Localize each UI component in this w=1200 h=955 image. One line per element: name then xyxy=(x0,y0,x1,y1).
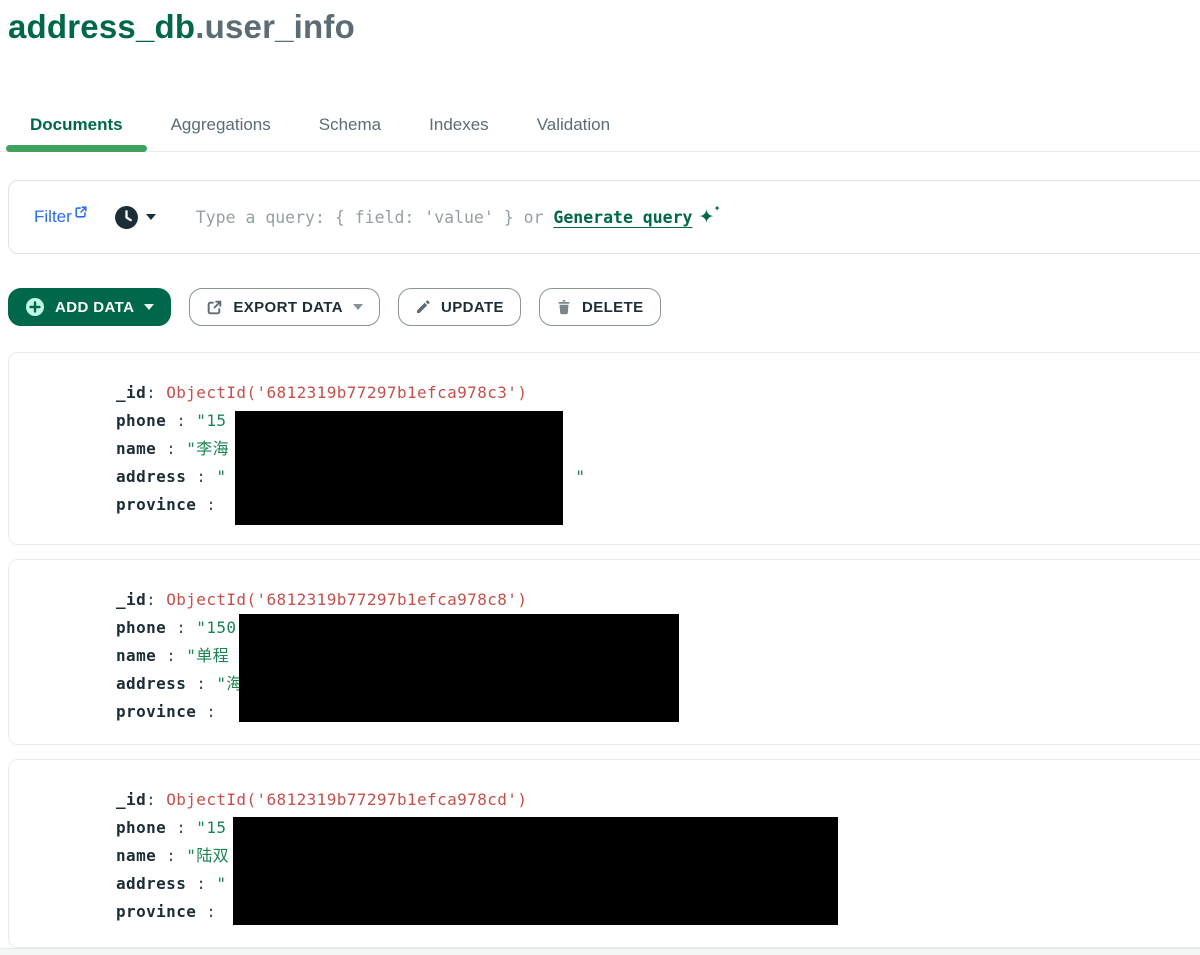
query-input[interactable]: Type a query: { field: 'value' } or Gene… xyxy=(196,206,715,228)
active-tab-underline xyxy=(6,145,147,152)
tab-validation-label: Validation xyxy=(537,115,610,135)
redaction-box xyxy=(233,817,838,925)
objectid-value: ObjectId('6812319b77297b1efca978cd') xyxy=(166,790,527,809)
tab-schema[interactable]: Schema xyxy=(295,98,405,151)
document-card[interactable]: _id: ObjectId('6812319b77297b1efca978cd'… xyxy=(8,759,1200,948)
add-data-label: ADD DATA xyxy=(55,299,134,316)
add-data-button[interactable]: ADD DATA xyxy=(8,288,171,326)
update-label: UPDATE xyxy=(441,299,504,316)
objectid-value: ObjectId('6812319b77297b1efca978c8') xyxy=(166,590,527,609)
tab-schema-label: Schema xyxy=(319,115,381,135)
tab-indexes-label: Indexes xyxy=(429,115,489,135)
page-title: address_db.user_info xyxy=(8,8,355,46)
redaction-box xyxy=(235,411,563,525)
collection-view: address_db.user_info Documents Aggregati… xyxy=(0,0,1200,955)
export-icon xyxy=(206,299,223,316)
generate-query-link[interactable]: Generate query xyxy=(553,208,692,227)
objectid-value: ObjectId('6812319b77297b1efca978c3') xyxy=(166,383,527,402)
field-id: _id: ObjectId('6812319b77297b1efca978cd'… xyxy=(116,786,1200,814)
redaction-box xyxy=(239,614,679,722)
delete-button[interactable]: DELETE xyxy=(539,288,661,326)
chevron-down-icon xyxy=(353,304,363,310)
delete-label: DELETE xyxy=(582,299,644,316)
document-card[interactable]: _id: ObjectId('6812319b77297b1efca978c8'… xyxy=(8,559,1200,745)
update-button[interactable]: UPDATE xyxy=(398,288,521,326)
database-name: address_db xyxy=(8,8,195,45)
external-link-icon xyxy=(74,205,88,219)
content-bottom-edge xyxy=(0,948,1200,955)
document-actions-toolbar: ADD DATA EXPORT DATA UPDATE xyxy=(8,288,661,326)
export-data-label: EXPORT DATA xyxy=(233,299,343,316)
tab-aggregations-label: Aggregations xyxy=(171,115,271,135)
chevron-down-icon xyxy=(144,304,154,310)
trash-icon xyxy=(556,299,572,315)
export-data-button[interactable]: EXPORT DATA xyxy=(189,288,380,326)
tab-validation[interactable]: Validation xyxy=(513,98,634,151)
field-id: _id: ObjectId('6812319b77297b1efca978c3'… xyxy=(116,379,1200,407)
document-json: _id: ObjectId('6812319b77297b1efca978c3'… xyxy=(9,353,1200,519)
tab-indexes[interactable]: Indexes xyxy=(405,98,513,151)
filter-link[interactable]: Filter xyxy=(34,207,88,227)
query-history-button[interactable] xyxy=(114,205,156,230)
query-filter-bar: Filter Type a query: { field: 'value' } … xyxy=(8,180,1200,254)
field-id: _id: ObjectId('6812319b77297b1efca978c8'… xyxy=(116,586,1200,614)
pencil-icon xyxy=(415,299,431,315)
tab-aggregations[interactable]: Aggregations xyxy=(147,98,295,151)
query-placeholder: Type a query: { field: 'value' } or xyxy=(196,208,554,227)
clock-icon xyxy=(114,205,139,230)
sparkle-icon: ✦✦ xyxy=(698,206,714,228)
tab-documents[interactable]: Documents xyxy=(6,98,147,151)
tab-bar: Documents Aggregations Schema Indexes Va… xyxy=(0,98,1200,152)
filter-link-label: Filter xyxy=(34,207,72,227)
chevron-down-icon xyxy=(146,214,156,220)
tab-documents-label: Documents xyxy=(30,115,123,135)
document-card[interactable]: _id: ObjectId('6812319b77297b1efca978c3'… xyxy=(8,352,1200,545)
collection-name: .user_info xyxy=(195,8,355,45)
plus-circle-icon xyxy=(25,297,45,317)
